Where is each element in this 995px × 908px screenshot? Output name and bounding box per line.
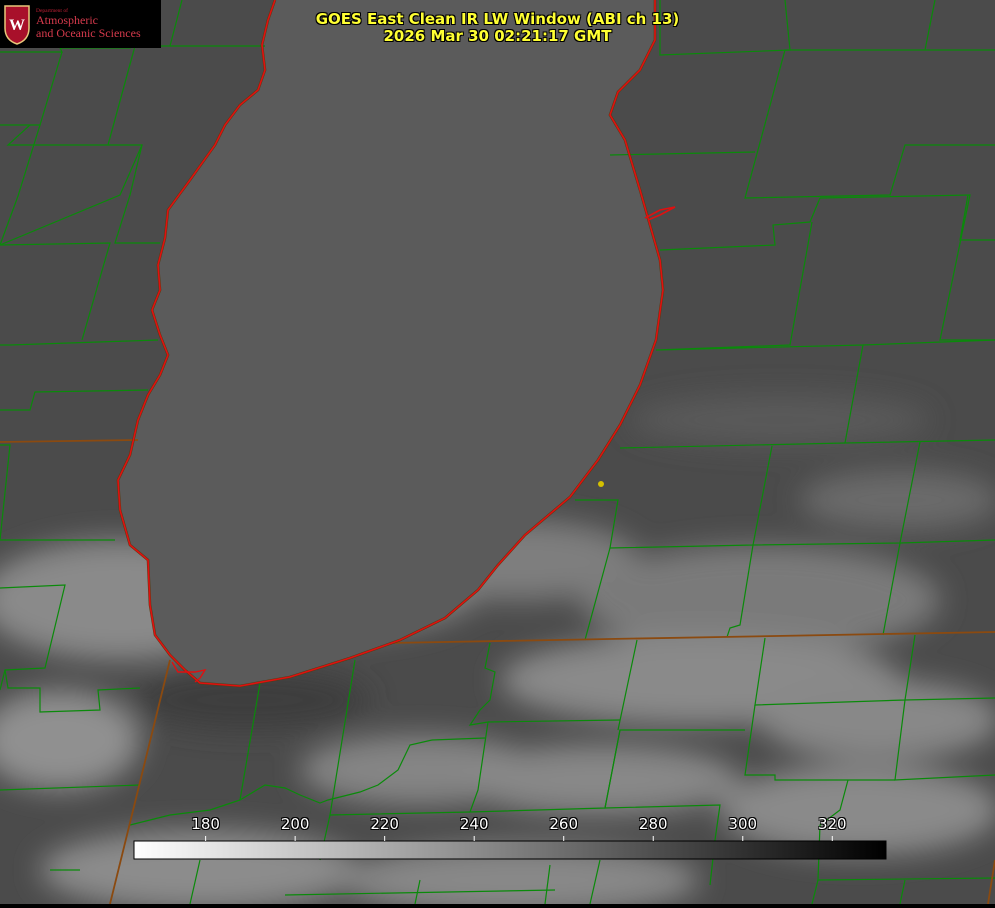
colorbar-label-200: 200 <box>280 815 310 833</box>
colorbar-label-300: 300 <box>728 815 758 833</box>
aos-logo: W Department of Atmospheric and Oceanic … <box>0 0 161 48</box>
colorbar-label-220: 220 <box>370 815 399 833</box>
uw-crest-icon: W <box>4 5 30 45</box>
colorbar-label-240: 240 <box>459 815 489 833</box>
logo-line2: and Oceanic Sciences <box>36 25 141 40</box>
colorbar <box>133 840 887 860</box>
colorbar-label-280: 280 <box>638 815 668 833</box>
image-title: GOES East Clean IR LW Window (ABI ch 13)… <box>200 11 795 45</box>
location-marker <box>598 481 604 487</box>
colorbar-label-320: 320 <box>817 815 847 833</box>
colorbar-label-180: 180 <box>191 815 220 833</box>
satellite-map <box>0 0 995 908</box>
title-line2: 2026 Mar 30 02:21:17 GMT <box>383 27 612 45</box>
map-canvas <box>0 0 995 908</box>
svg-text:W: W <box>9 17 25 34</box>
title-line1: GOES East Clean IR LW Window (ABI ch 13) <box>315 10 680 28</box>
logo-line1: Atmospheric <box>36 13 98 28</box>
colorbar-label-260: 260 <box>549 815 579 833</box>
